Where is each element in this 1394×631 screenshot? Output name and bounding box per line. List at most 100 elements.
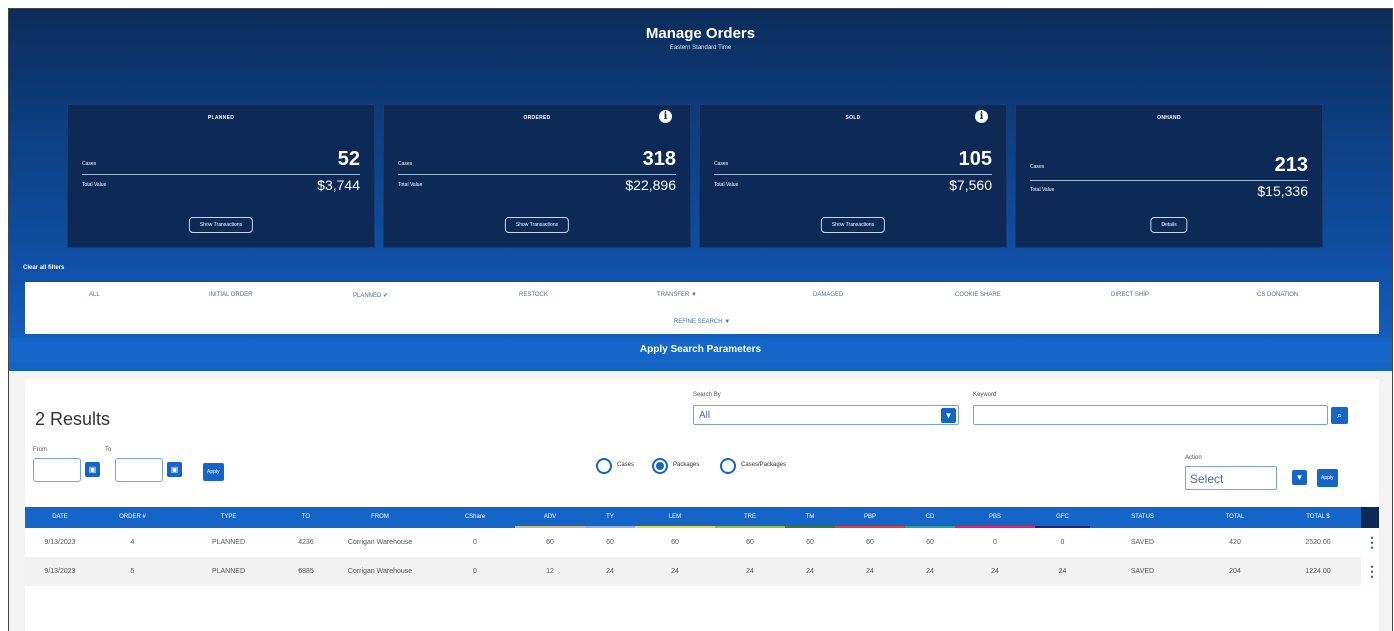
app-frame: Manage Orders Eastern Standard Time PLAN… — [8, 8, 1393, 631]
from-date-input[interactable] — [33, 458, 81, 482]
table-cell: Corrigan Warehouse — [347, 568, 413, 575]
calendar-icon[interactable]: ▣ — [85, 462, 100, 477]
column-header[interactable]: TOTAL $ — [1275, 507, 1361, 528]
clear-filters-link[interactable]: Clear all filters — [23, 265, 64, 271]
cases-count: 213 — [1274, 154, 1308, 176]
column-header[interactable]: TYPE — [170, 507, 287, 528]
table-cell: 204 — [1229, 568, 1241, 575]
results-section: 2 Results Search By All ▼ Keyword ⌕ From… — [9, 371, 1392, 631]
cases-label: Cases — [398, 161, 413, 167]
column-header[interactable]: FROM — [325, 507, 435, 528]
table-row[interactable]: 9/13/2023 4 PLANNED 4236 Corrigan Warehouse 0… — [25, 528, 1361, 557]
table-header: DATE ORDER # TYPE TO FROM CShare ADV TY LEM TRE TM… — [25, 507, 1361, 528]
table-cell: 5 — [130, 568, 135, 575]
card-onhand: ONHAND Cases 213 Total Value $15,336 Det… — [1015, 104, 1323, 248]
column-header[interactable]: TY — [585, 507, 635, 528]
to-label: To — [105, 447, 112, 453]
filter-damaged[interactable]: DAMAGED — [813, 292, 843, 298]
cases-label: Cases — [82, 161, 97, 167]
cases-label: Cases — [1030, 164, 1045, 170]
apply-search-button[interactable]: Apply Search Parameters — [9, 338, 1392, 362]
column-header[interactable]: CD — [905, 507, 955, 528]
column-header[interactable]: STATUS — [1090, 507, 1195, 528]
column-header[interactable]: CShare — [435, 507, 515, 528]
table-header-end — [1361, 507, 1379, 528]
table-cell: 60 — [606, 539, 614, 546]
filter-direct-ship[interactable]: DIRECT SHIP — [1111, 292, 1149, 298]
table-cell: 60 — [926, 539, 934, 546]
column-header[interactable]: GFC — [1035, 507, 1090, 528]
table-cell: 420 — [1229, 539, 1241, 546]
filter-planned[interactable]: PLANNED ✔ — [353, 292, 388, 299]
column-header[interactable]: PBS — [955, 507, 1035, 528]
table-cell: 60 — [806, 539, 814, 546]
card-title: PLANNED — [207, 115, 235, 121]
filter-transfer[interactable]: TRANSFER ▼ — [657, 292, 697, 298]
card-divider — [82, 174, 360, 175]
column-header[interactable]: TRE — [715, 507, 785, 528]
page-title: Manage Orders — [645, 25, 756, 42]
radio-packages[interactable] — [652, 458, 668, 474]
search-icon[interactable]: ⌕ — [1331, 407, 1348, 424]
date-apply-button[interactable]: Apply — [203, 463, 224, 481]
action-label: Action — [1185, 455, 1202, 461]
row-menu-icon[interactable]: ⋮ — [1365, 534, 1379, 551]
results-panel: 2 Results Search By All ▼ Keyword ⌕ From… — [25, 379, 1379, 631]
filter-all[interactable]: ALL — [89, 292, 100, 298]
row-menu-icon[interactable]: ⋮ — [1365, 563, 1379, 580]
column-header[interactable]: DATE — [25, 507, 95, 528]
chevron-down-icon[interactable]: ▼ — [941, 408, 956, 423]
info-icon[interactable]: i — [975, 110, 988, 123]
action-apply-button[interactable]: Apply — [1317, 469, 1338, 487]
table-cell: 12 — [546, 568, 554, 575]
chevron-down-icon[interactable]: ▼ — [1292, 470, 1307, 485]
info-icon[interactable]: i — [659, 110, 672, 123]
card-divider — [1030, 180, 1308, 181]
refine-search-toggle[interactable]: REFINE SEARCH ▼ — [25, 319, 1379, 325]
keyword-input[interactable] — [973, 405, 1328, 425]
table-cell: 0 — [473, 568, 477, 575]
radio-cases-packages[interactable] — [720, 458, 736, 474]
card-title: ORDERED — [523, 115, 551, 121]
action-select[interactable]: Select — [1185, 466, 1277, 490]
column-header[interactable]: ADV — [515, 507, 585, 528]
total-value: $22,896 — [625, 177, 676, 193]
show-transactions-button[interactable]: Show Transactions — [504, 217, 570, 233]
filter-cookie-share[interactable]: COOKIE SHARE — [955, 292, 1001, 298]
table-cell: 0 — [473, 539, 477, 546]
column-header[interactable]: PBP — [835, 507, 905, 528]
card-ordered: ORDERED i Cases 318 Total Value $22,896 … — [383, 104, 691, 248]
column-header[interactable]: TM — [785, 507, 835, 528]
show-transactions-button[interactable]: Show Transactions — [188, 217, 254, 233]
column-header[interactable]: TOTAL — [1195, 507, 1275, 528]
table-cell: 24 — [671, 568, 679, 575]
column-header[interactable]: ORDER # — [95, 507, 170, 528]
table-cell: 0 — [993, 539, 997, 546]
search-by-select[interactable]: All — [693, 405, 959, 425]
table-cell: SAVED — [1130, 539, 1155, 546]
table-cell: 6885 — [298, 568, 314, 575]
table-row[interactable]: 9/13/2023 5 PLANNED 6885 Corrigan Warehouse 0… — [25, 557, 1361, 586]
table-cell: 4 — [130, 539, 135, 546]
filter-cs-donation[interactable]: CS DONATION — [1257, 292, 1298, 298]
hero-banner: Manage Orders Eastern Standard Time PLAN… — [9, 9, 1392, 371]
card-title: SOLD — [845, 115, 861, 121]
table-cell: 60 — [671, 539, 679, 546]
column-header[interactable]: LEM — [635, 507, 715, 528]
table-cell: 24 — [866, 568, 874, 575]
radio-packages-label: Packages — [673, 462, 700, 468]
calendar-icon[interactable]: ▣ — [167, 462, 182, 477]
search-by-label: Search By — [693, 392, 721, 398]
to-date-input[interactable] — [115, 458, 163, 482]
card-planned: PLANNED Cases 52 Total Value $3,744 Show… — [67, 104, 375, 248]
filter-initial-order[interactable]: INITIAL ORDER — [209, 292, 252, 298]
radio-cases-packages-label: Cases/Packages — [741, 462, 787, 468]
total-value-label: Total Value — [82, 182, 107, 188]
radio-cases[interactable] — [596, 458, 612, 474]
table-cell: 9/13/2023 — [44, 568, 76, 575]
show-transactions-button[interactable]: Show Transactions — [820, 217, 886, 233]
table-cell: 24 — [1058, 568, 1067, 575]
details-button[interactable]: Details — [1150, 217, 1188, 233]
column-header[interactable]: TO — [287, 507, 325, 528]
filter-restock[interactable]: RESTOCK — [519, 292, 548, 298]
